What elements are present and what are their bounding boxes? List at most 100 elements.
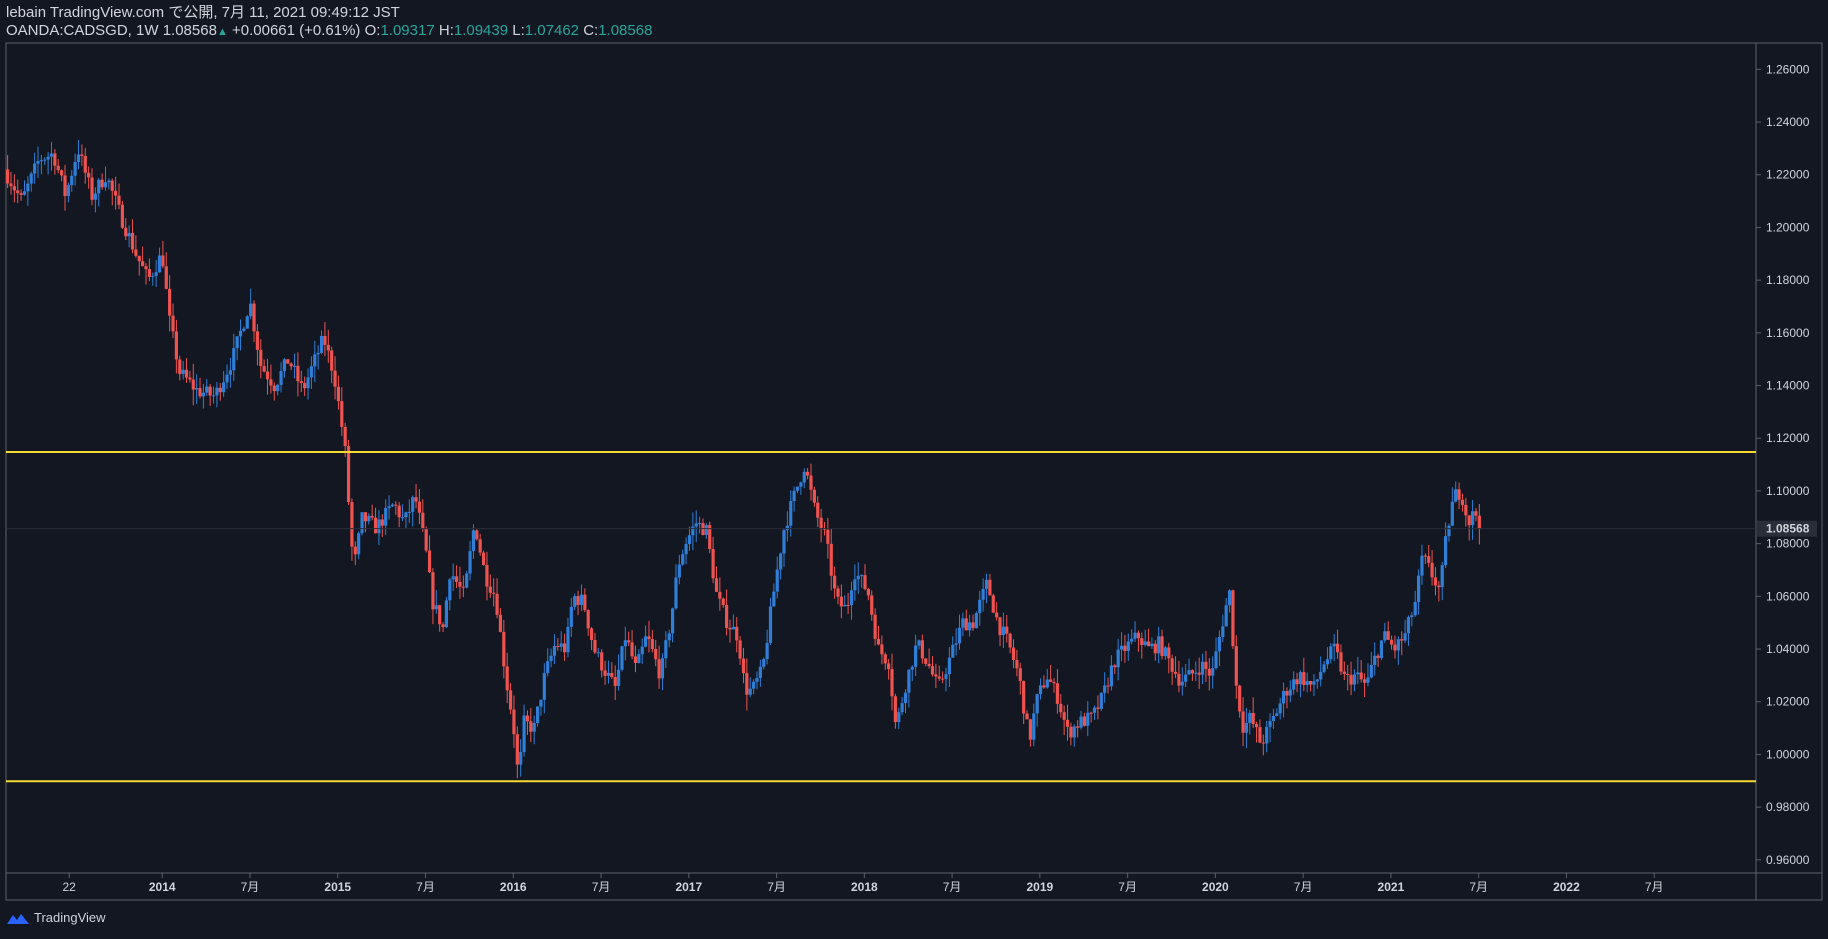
candle-up	[532, 723, 536, 732]
price-axis[interactable]: 1.26000 1.24000 1.22000 1.20000 1.18000 1.160…	[1756, 62, 1817, 867]
horizontal-levels[interactable]	[6, 450, 1756, 783]
candle-down	[1190, 670, 1195, 674]
candle-up	[681, 554, 685, 565]
candle-up	[684, 544, 688, 555]
candle-down	[1146, 641, 1151, 647]
candle-down	[738, 640, 742, 659]
candle-up	[1450, 501, 1454, 526]
candle-up	[968, 622, 972, 631]
candle-down	[1170, 658, 1174, 672]
candle-up	[228, 370, 233, 375]
candle-up	[559, 643, 563, 647]
candle-down	[1069, 726, 1073, 738]
candle-down	[137, 255, 141, 262]
candle-down	[883, 654, 887, 664]
time-tick-label: 2017	[675, 880, 702, 894]
candle-down	[1049, 679, 1053, 682]
candle-down	[370, 515, 374, 518]
candle-up	[384, 508, 388, 526]
candle-down	[870, 595, 874, 615]
price-tick-label: 1.04000	[1766, 642, 1810, 656]
candle-up	[961, 618, 965, 628]
candle-down	[164, 266, 168, 289]
candle-down	[110, 180, 114, 191]
candle-down	[188, 377, 192, 380]
candle-up	[1133, 632, 1137, 639]
candle-down	[525, 715, 530, 722]
candle-down	[492, 592, 496, 594]
candle-up	[1268, 720, 1272, 727]
candle-down	[326, 344, 330, 351]
candle-down	[100, 179, 104, 188]
candle-down	[812, 489, 816, 503]
candle-down	[252, 303, 256, 332]
candle-up	[1271, 715, 1276, 721]
candle-down	[265, 371, 270, 380]
candle-up	[984, 579, 989, 589]
candle-down	[461, 586, 465, 588]
candlestick-chart[interactable]: 1.26000 1.24000 1.22000 1.20000 1.18000 1.160…	[0, 0, 1828, 939]
candle-up	[1356, 672, 1360, 675]
candle-up	[1275, 713, 1279, 716]
candle-down	[1308, 680, 1313, 685]
candle-down	[1359, 672, 1363, 680]
price-tick-label: 1.12000	[1766, 431, 1810, 445]
candle-up	[33, 163, 37, 174]
candle-up	[309, 366, 314, 378]
candle-down	[1106, 685, 1110, 687]
candle-down	[1197, 672, 1201, 675]
candle-down	[721, 598, 725, 606]
candle-up	[225, 374, 229, 383]
candle-down	[124, 227, 128, 237]
candle-down	[893, 696, 897, 723]
candle-up	[755, 678, 759, 682]
candle-up	[1214, 651, 1218, 669]
candle-up	[434, 605, 438, 610]
candle-up	[1312, 681, 1316, 685]
candle-down	[836, 588, 840, 597]
candle-down	[269, 379, 273, 386]
candle-up	[471, 530, 476, 552]
candle-down	[1025, 713, 1029, 720]
candle-up	[1045, 679, 1049, 688]
candle-down	[1393, 644, 1397, 651]
candle-down	[303, 383, 307, 389]
time-tick-label: 7月	[1294, 880, 1313, 894]
candle-down	[1433, 577, 1438, 586]
candle-up	[411, 497, 415, 512]
candle-down	[1477, 515, 1481, 529]
price-tick-label: 1.06000	[1766, 589, 1810, 603]
candle-down	[1342, 671, 1346, 674]
candle-down	[1251, 712, 1255, 725]
candle-up	[1298, 672, 1303, 685]
candle-down	[1113, 665, 1117, 668]
candle-down	[80, 154, 84, 156]
candle-down	[1437, 585, 1441, 588]
candle-up	[1143, 641, 1147, 645]
candle-down	[650, 639, 654, 649]
candle-up	[404, 512, 408, 518]
time-tick-label: 22	[63, 880, 77, 894]
candle-down	[1238, 685, 1242, 712]
candle-down	[475, 530, 479, 540]
time-axis[interactable]: 22 2014 7月 2015 7月 2016 7月 2017 7月 2018 7月 2019 7月 20…	[63, 873, 1664, 894]
candle-up	[691, 526, 695, 536]
candle-up	[215, 387, 219, 396]
candle-down	[930, 666, 935, 675]
candle-up	[667, 633, 671, 641]
candle-down	[920, 640, 924, 659]
candle-down	[988, 579, 992, 596]
candle-down	[1362, 679, 1367, 683]
price-tick-label: 0.98000	[1766, 800, 1810, 814]
time-tick-label: 2015	[324, 880, 351, 894]
candle-up	[316, 352, 320, 355]
price-tick-label: 1.22000	[1766, 168, 1810, 182]
price-tick-label: 1.16000	[1766, 326, 1810, 340]
footer-brand[interactable]: TradingView	[6, 910, 106, 925]
candle-down	[161, 255, 165, 267]
candle-up	[367, 515, 371, 522]
candle-down	[427, 550, 432, 573]
candle-down	[512, 709, 516, 735]
candle-down	[1042, 685, 1046, 688]
candle-down	[1335, 643, 1340, 653]
